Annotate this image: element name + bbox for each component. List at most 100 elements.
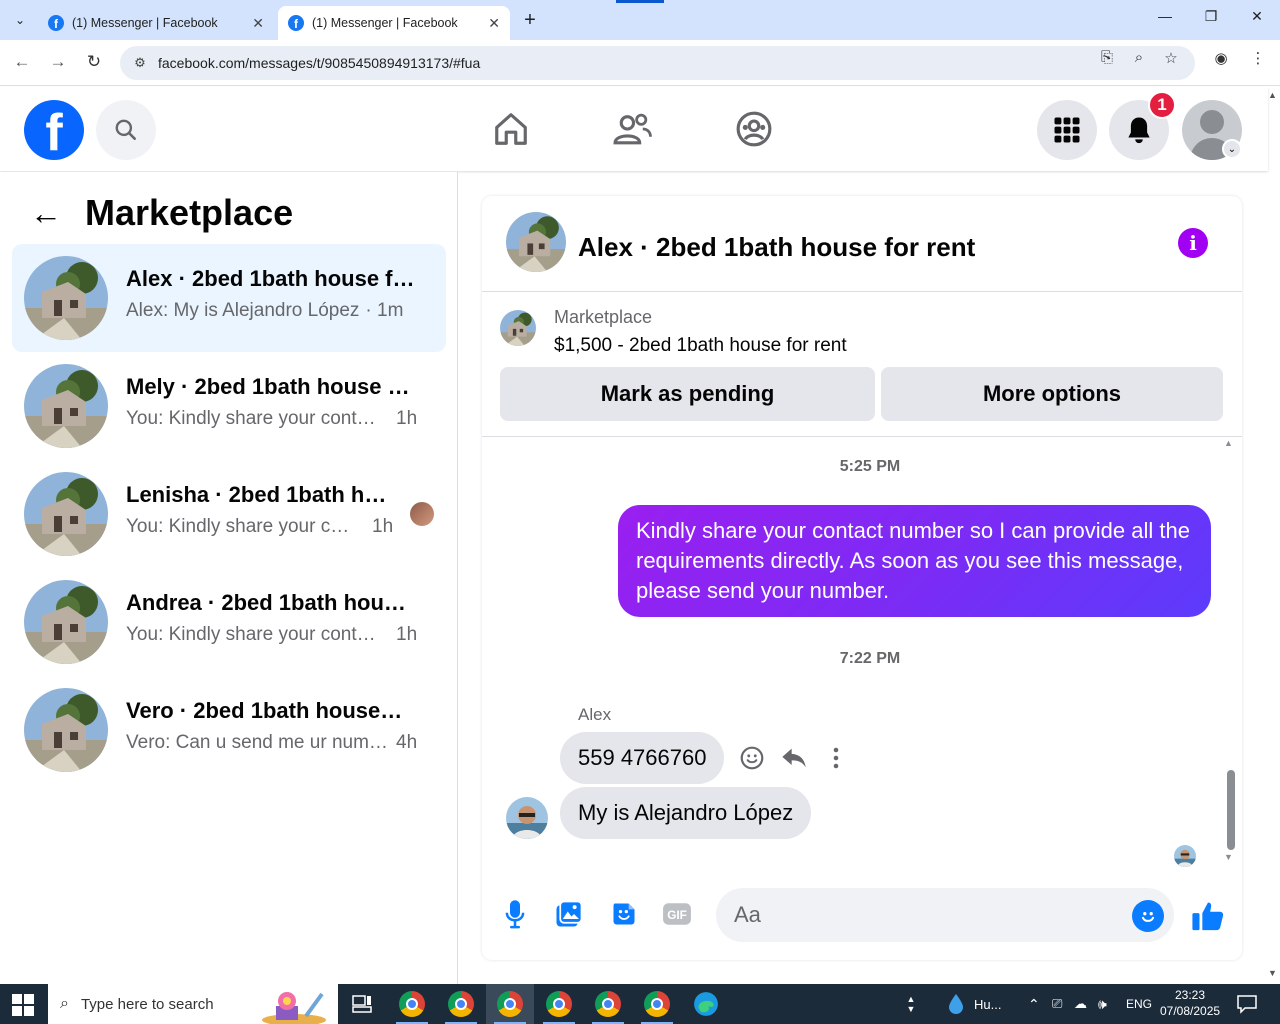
show-hidden-icons[interactable]: ⌃ [1028, 984, 1040, 1024]
volume-icon[interactable]: 🕪 [1098, 984, 1107, 1024]
gif-icon[interactable]: GIF [659, 896, 695, 932]
more-options-button[interactable]: More options [881, 367, 1223, 421]
url-text[interactable]: facebook.com/messages/t/9085450894913173… [158, 55, 480, 71]
info-icon[interactable]: i [1178, 228, 1208, 258]
friends-nav-button[interactable] [612, 109, 652, 149]
site-info-icon[interactable]: ⚙ [128, 55, 152, 71]
edge-app-icon[interactable] [682, 984, 730, 1024]
sticker-icon[interactable] [606, 896, 642, 932]
reload-icon[interactable]: ↻ [82, 52, 106, 72]
back-icon[interactable]: ← [10, 52, 34, 72]
conversation-item-mely[interactable]: Mely · 2bed 1bath house for rent You: Ki… [12, 352, 446, 460]
house-listing-avatar [24, 256, 108, 340]
chrome-app-icon[interactable] [584, 984, 632, 1024]
preview-time: 1h [372, 516, 394, 537]
sender-avatar[interactable] [506, 797, 548, 839]
weather-widget[interactable]: Hu... [948, 984, 1001, 1024]
zoom-icon[interactable]: ⌕ [1128, 49, 1150, 66]
conversation-preview: You: Kindly share your contact number so… [126, 408, 417, 430]
marketplace-label: Marketplace [554, 307, 653, 327]
tab-close-icon[interactable]: ✕ [488, 15, 500, 32]
profile-icon[interactable]: ◉ [1210, 49, 1232, 67]
scroll-up-icon[interactable]: ▲ [1224, 438, 1233, 448]
page-scroll-up-icon[interactable]: ▲ [1268, 90, 1277, 100]
network-icon[interactable]: ⎚ [1052, 984, 1062, 1024]
tab-title: (1) Messenger | Facebook [312, 16, 458, 30]
search-icon: ⌕ [60, 995, 69, 1012]
language-indicator[interactable]: ENG [1126, 984, 1152, 1024]
outgoing-message[interactable]: Kindly share your contact number so I ca… [618, 505, 1211, 617]
message-timestamp: 5:25 PM [839, 458, 901, 475]
preview-time: 4h [396, 732, 418, 753]
preview-text: Alex: My is Alejandro López [126, 300, 360, 321]
browser-tab-2-active[interactable]: f (1) Messenger | Facebook ✕ [278, 6, 510, 40]
conversation-preview: You: Kindly share your contact number so… [126, 624, 417, 646]
chrome-app-icon[interactable] [633, 984, 681, 1024]
voice-clip-icon[interactable] [497, 896, 533, 932]
conversation-preview: You: Kindly share your contact number so… [126, 516, 393, 538]
minimize-button[interactable]: — [1150, 8, 1180, 24]
new-tab-button[interactable]: + [518, 8, 542, 32]
thumbs-up-icon[interactable] [1188, 896, 1228, 936]
menu-kebab-icon[interactable]: ⋮ [1247, 49, 1269, 67]
listing-title[interactable]: $1,500 - 2bed 1bath house for rent [554, 335, 847, 357]
conversation-name: Alex · 2bed 1bath house for rent [126, 266, 426, 291]
tab-close-icon[interactable]: ✕ [252, 15, 264, 32]
omnibox[interactable]: ⚙ facebook.com/messages/t/90854508949131… [120, 46, 1195, 80]
chevron-down-icon[interactable]: ⌄ [1222, 139, 1242, 159]
conversation-item-alex[interactable]: Alex · 2bed 1bath house for rent Alex: M… [12, 244, 446, 352]
notification-badge: 1 [1148, 91, 1176, 119]
conversation-item-andrea[interactable]: Andrea · 2bed 1bath house for rent You: … [12, 568, 446, 676]
notification-center-icon[interactable] [1236, 993, 1258, 1015]
conversation-name: Lenisha · 2bed 1bath house for rent [126, 482, 388, 507]
chat-listing-avatar[interactable] [506, 212, 566, 272]
chrome-app-icon[interactable] [535, 984, 583, 1024]
listing-thumbnail[interactable] [500, 310, 536, 346]
incoming-message[interactable]: 559 4766760 [560, 732, 725, 784]
tab-search-dropdown[interactable]: ⌄ [8, 8, 32, 32]
chrome-app-icon-active[interactable] [486, 984, 534, 1024]
header-divider [482, 291, 1242, 292]
chat-title[interactable]: Alex · 2bed 1bath house for rent [578, 232, 975, 263]
search-icon [115, 119, 136, 140]
conversation-item-lenisha[interactable]: Lenisha · 2bed 1bath house for rent You:… [12, 460, 446, 568]
conversation-item-vero[interactable]: Vero · 2bed 1bath house for rent Vero: C… [12, 676, 446, 784]
back-arrow-icon[interactable]: ← [30, 196, 62, 230]
conversation-preview: Alex: My is Alejandro López · 1m [126, 300, 403, 322]
emoji-icon[interactable] [1132, 900, 1164, 932]
react-emoji-icon[interactable] [737, 743, 767, 773]
search-highlight-icon [258, 988, 336, 1024]
weather-text: Hu... [974, 996, 1002, 1012]
facebook-favicon-icon: f [288, 15, 304, 31]
facebook-logo[interactable]: f [24, 100, 84, 160]
more-actions-icon[interactable] [821, 743, 851, 773]
chat-scrollbar-thumb[interactable] [1227, 770, 1235, 850]
conversation-name: Mely · 2bed 1bath house for rent [126, 374, 410, 399]
bookmark-star-icon[interactable]: ☆ [1160, 49, 1182, 67]
browser-tab-1[interactable]: f (1) Messenger | Facebook ✕ [38, 6, 274, 40]
task-view-icon[interactable] [338, 984, 386, 1024]
onedrive-icon[interactable]: ☁ [1074, 984, 1087, 1024]
tray-scroll-icon[interactable]: ▲ ▼ [905, 984, 917, 1024]
taskbar-clock[interactable]: 23:23 07/08/2025 [1160, 987, 1220, 1019]
home-nav-button[interactable] [491, 109, 531, 149]
listing-divider [482, 436, 1242, 437]
chrome-app-icon[interactable] [388, 984, 436, 1024]
groups-nav-button[interactable] [734, 109, 774, 149]
taskbar-search-placeholder: Type here to search [80, 995, 214, 1013]
chrome-app-icon[interactable] [437, 984, 485, 1024]
menu-button[interactable] [1037, 100, 1097, 160]
forward-icon[interactable]: → [46, 52, 70, 72]
page-scroll-down-icon[interactable]: ▼ [1268, 968, 1277, 978]
search-button[interactable] [96, 100, 156, 160]
attach-photo-icon[interactable] [551, 896, 587, 932]
scroll-down-icon[interactable]: ▼ [1224, 852, 1233, 862]
install-app-icon[interactable]: ⎘ [1096, 49, 1118, 66]
restore-button[interactable]: ❐ [1196, 8, 1226, 25]
mark-as-pending-button[interactable]: Mark as pending [500, 367, 875, 421]
close-window-button[interactable]: ✕ [1242, 8, 1272, 25]
windows-start-icon[interactable] [12, 994, 34, 1016]
incoming-message[interactable]: My is Alejandro López [560, 787, 812, 839]
reply-icon[interactable] [779, 743, 809, 773]
message-input[interactable] [716, 888, 1174, 942]
